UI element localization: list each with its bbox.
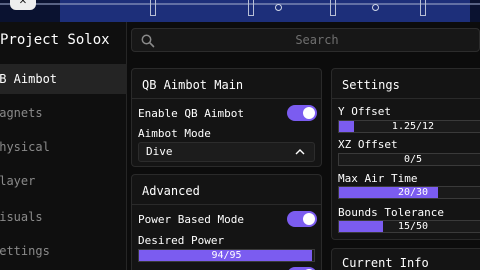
sidebar-item-visuals[interactable]: Visuals bbox=[0, 202, 127, 232]
panel-title: Settings bbox=[342, 78, 400, 92]
railing-bolt bbox=[372, 4, 379, 11]
toggle-knob bbox=[303, 107, 315, 119]
railing-post bbox=[248, 0, 254, 16]
sidebar-item-player[interactable]: Player bbox=[0, 166, 127, 196]
panel-title: Advanced bbox=[142, 184, 200, 198]
xz-offset-slider[interactable]: 0/5 bbox=[338, 153, 480, 166]
sidebar-item-qb-aimbot[interactable]: QB Aimbot bbox=[0, 64, 127, 94]
sidebar-item-label: Settings bbox=[0, 244, 50, 258]
slider-value: 0/5 bbox=[403, 154, 423, 165]
max-air-time-slider[interactable]: 20/30 bbox=[338, 186, 480, 199]
slider-value: 15/50 bbox=[397, 221, 429, 232]
sidebar-item-label: QB Aimbot bbox=[0, 72, 58, 86]
railing-post bbox=[420, 0, 426, 16]
y-offset-slider[interactable]: 1.25/12 bbox=[338, 120, 480, 133]
max-air-time-label: Max Air Time bbox=[338, 172, 418, 185]
sidebar-item-settings[interactable]: Settings bbox=[0, 236, 127, 266]
slider-value: 20/30 bbox=[397, 187, 429, 198]
power-based-mode-label: Power Based Mode bbox=[138, 213, 244, 226]
enable-qb-aimbot-label: Enable QB Aimbot bbox=[138, 107, 244, 120]
railing-post bbox=[150, 0, 156, 16]
power-based-mode-toggle[interactable] bbox=[287, 211, 317, 227]
sidebar-item-label: Visuals bbox=[0, 210, 43, 224]
xz-offset-label: XZ Offset bbox=[338, 138, 398, 151]
panel-title: QB Aimbot Main bbox=[142, 78, 244, 92]
sidebar-item-label: Player bbox=[0, 174, 36, 188]
railing-post bbox=[330, 0, 336, 16]
close-icon[interactable]: ✕ bbox=[10, 0, 36, 10]
panel-divider bbox=[132, 98, 321, 99]
game-backdrop: ✕ bbox=[0, 0, 480, 22]
chevron-up-icon bbox=[295, 149, 305, 155]
search-input[interactable] bbox=[162, 29, 472, 51]
search-bar[interactable] bbox=[131, 28, 480, 52]
desired-power-slider[interactable]: 94/95 bbox=[138, 249, 315, 262]
slider-value: 94/95 bbox=[211, 250, 242, 261]
slider-value: 1.25/12 bbox=[391, 121, 435, 132]
sidebar-item-label: Magnets bbox=[0, 106, 43, 120]
panel-divider bbox=[132, 204, 321, 205]
panel-current-info: Current Info bbox=[331, 248, 480, 270]
app-title: Project Solox bbox=[0, 32, 110, 48]
panel-title: Current Info bbox=[342, 256, 429, 270]
railing-bolt bbox=[275, 4, 282, 11]
y-offset-label: Y Offset bbox=[338, 105, 391, 118]
panel-divider bbox=[332, 98, 480, 99]
sidebar: Project Solox QB Aimbot Magnets Physical… bbox=[0, 22, 127, 270]
enable-qb-aimbot-toggle[interactable] bbox=[287, 105, 317, 121]
aimbot-mode-label: Aimbot Mode bbox=[138, 127, 211, 140]
sidebar-item-physical[interactable]: Physical bbox=[0, 132, 127, 162]
sidebar-item-magnets[interactable]: Magnets bbox=[0, 98, 127, 128]
panel-advanced: Advanced Power Based Mode Desired Power … bbox=[131, 174, 322, 270]
panel-settings: Settings Y Offset 1.25/12 XZ Offset 0/5 … bbox=[331, 68, 480, 240]
bounds-tolerance-label: Bounds Tolerance bbox=[338, 206, 444, 219]
desired-power-label: Desired Power bbox=[138, 234, 225, 247]
bounds-tolerance-slider[interactable]: 15/50 bbox=[338, 220, 480, 233]
panel-qb-aimbot-main: QB Aimbot Main Enable QB Aimbot Aimbot M… bbox=[131, 68, 322, 167]
aimbot-mode-dropdown[interactable]: Dive bbox=[138, 142, 315, 162]
toggle-knob bbox=[303, 213, 315, 225]
aimbot-mode-value: Dive bbox=[146, 145, 173, 158]
sidebar-item-label: Physical bbox=[0, 140, 50, 154]
stadium-rail bbox=[0, 3, 480, 5]
search-icon bbox=[141, 34, 155, 48]
